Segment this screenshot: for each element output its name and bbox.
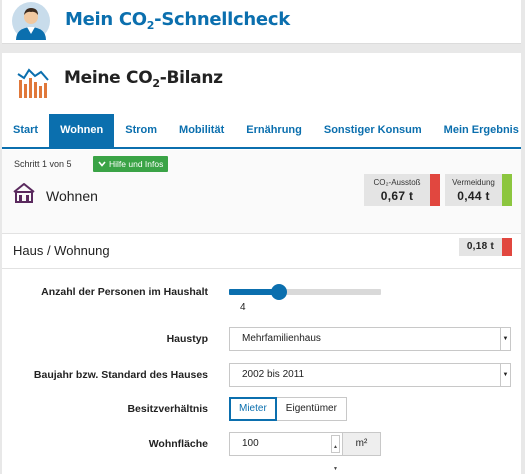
area-value: 100 — [242, 438, 259, 449]
emission-value: 0,67 t — [380, 189, 414, 203]
build-year-select[interactable]: 2002 bis 2011 ▼ — [229, 363, 511, 387]
house-type-value: Mehrfamilienhaus — [242, 333, 321, 344]
help-label: Hilfe und Infos — [109, 159, 164, 169]
user-avatar-icon — [12, 2, 50, 40]
area-unit: m² — [343, 432, 381, 456]
subsection-stat: 0,18 t — [459, 238, 512, 256]
tab-wohnen[interactable]: Wohnen — [49, 114, 115, 147]
area-label: Wohnfläche — [148, 438, 208, 450]
area-input[interactable]: 100 ▲ ▼ — [229, 432, 343, 472]
emission-label: CO₂-Ausstoß — [373, 178, 421, 187]
dropdown-arrow-icon: ▼ — [500, 364, 510, 386]
ownership-option-mieter[interactable]: Mieter — [229, 397, 277, 421]
avoidance-stat: Vermeidung 0,44 t — [445, 174, 512, 206]
house-type-label: Haustyp — [166, 333, 208, 345]
tab-strom[interactable]: Strom — [114, 114, 168, 147]
chevron-down-icon — [98, 161, 106, 167]
avoidance-value: 0,44 t — [457, 189, 490, 203]
build-year-label: Baujahr bzw. Standard des Hauses — [33, 369, 208, 381]
persons-value: 4 — [240, 302, 246, 313]
emission-stat: CO₂-Ausstoß 0,67 t — [364, 174, 440, 206]
bar-chart-icon — [17, 68, 49, 98]
house-icon — [13, 183, 35, 203]
subsection-title: Haus / Wohnung — [13, 243, 110, 258]
area-spinner[interactable]: ▲ ▼ — [331, 435, 340, 472]
page-title: Meine CO2-Bilanz — [64, 68, 223, 90]
build-year-value: 2002 bis 2011 — [242, 369, 305, 380]
avoidance-label: Vermeidung — [452, 178, 495, 187]
avoidance-bar — [502, 174, 512, 206]
tab-sonstiger-konsum[interactable]: Sonstiger Konsum — [313, 114, 433, 147]
emission-bar — [430, 174, 440, 206]
app-title: Mein CO2-Schnellcheck — [65, 9, 290, 32]
tab-ernaehrung[interactable]: Ernährung — [235, 114, 313, 147]
subsection-bar — [502, 238, 512, 256]
subsection-value: 0,18 t — [466, 241, 495, 252]
ownership-option-eigentuemer[interactable]: Eigentümer — [276, 397, 347, 421]
tab-mobilitaet[interactable]: Mobilität — [168, 114, 235, 147]
persons-slider[interactable] — [229, 284, 381, 300]
step-indicator: Schritt 1 von 5 — [14, 159, 72, 169]
dropdown-arrow-icon: ▼ — [500, 328, 510, 350]
spinner-up-icon[interactable]: ▲ — [333, 436, 338, 458]
subsection-header: Haus / Wohnung 0,18 t — [2, 234, 521, 262]
divider — [2, 268, 521, 269]
ownership-label: Besitzverhältnis — [127, 403, 208, 415]
ownership-toggle-group: Mieter Eigentümer — [229, 397, 347, 421]
tab-bar: Start Wohnen Strom Mobilität Ernährung S… — [2, 114, 521, 149]
house-type-select[interactable]: Mehrfamilienhaus ▼ — [229, 327, 511, 351]
help-button[interactable]: Hilfe und Infos — [93, 156, 169, 172]
app-header: Mein CO2-Schnellcheck — [2, 0, 521, 44]
tab-mein-ergebnis[interactable]: Mein Ergebnis — [433, 114, 525, 147]
tab-start[interactable]: Start — [2, 114, 49, 147]
step-panel: Schritt 1 von 5 Hilfe und Infos Wohnen C… — [2, 150, 521, 234]
persons-label: Anzahl der Personen im Haushalt — [41, 286, 208, 298]
section-title: Wohnen — [46, 188, 98, 204]
spinner-down-icon[interactable]: ▼ — [333, 458, 338, 474]
